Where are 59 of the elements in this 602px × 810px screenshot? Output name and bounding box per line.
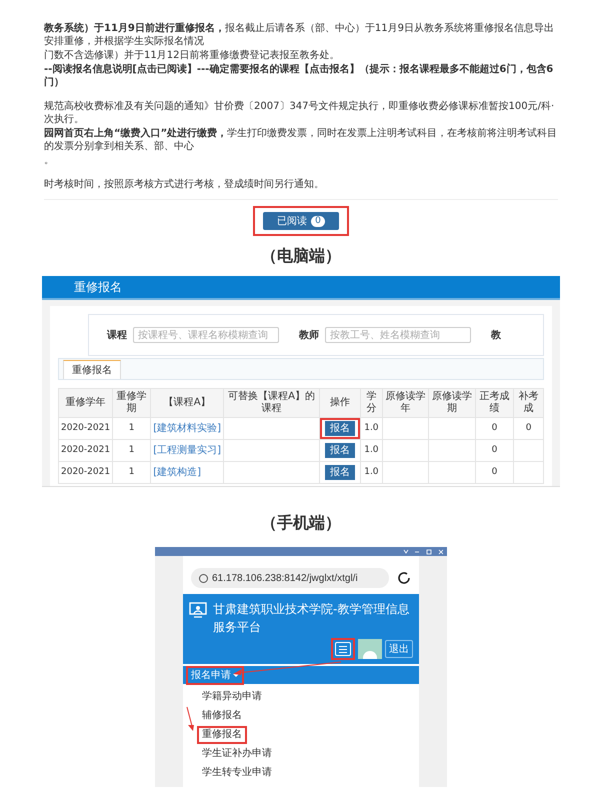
column-header: 【课程A】 [150, 388, 224, 418]
column-header: 正考成绩 [475, 388, 514, 418]
table-cell: 1 [112, 418, 151, 440]
column-header: 原修读学年 [382, 388, 429, 418]
table-cell: 1 [112, 462, 151, 484]
window-controls-icon[interactable] [403, 548, 443, 554]
table-cell: 0 [475, 418, 514, 440]
column-header: 补考成 [514, 388, 544, 418]
page-header: 重修报名 [42, 276, 560, 300]
filter-label: 教 [491, 328, 501, 342]
signup-button[interactable]: 报名 [325, 421, 355, 436]
notice-paragraph: 门数不含选修课）并于11月12日前将重修缴费登记表报至教务处。 [44, 49, 340, 62]
search-field[interactable]: 按课程号、课程名称模糊查询 [133, 327, 279, 343]
logout-button[interactable]: 退出 [385, 640, 413, 658]
notice-paragraph: 园网首页右上角“缴费入口”处进行缴费，学生打印缴费发票，同时在发票上注明考试科目，在考核前将注明考试科目的发票分别拿到相关系、部、中心 [44, 127, 558, 153]
menu-item[interactable]: 重修报名 [200, 728, 244, 742]
filter-label: 教师 [299, 328, 319, 342]
table-cell: 1.0 [360, 462, 382, 484]
column-header: 可替换【课程A】的课程 [224, 388, 320, 418]
app-title: 甘肃建筑职业技术学院-教学管理信息服务平台 [213, 601, 410, 636]
menu-item[interactable]: 学籍异动申请 [200, 690, 264, 704]
column-header: 操作 [320, 388, 360, 418]
menu-item[interactable]: 学生转专业申请 [200, 766, 274, 780]
notice-paragraph: 教务系统）于11月9日前进行重修报名，报名截止后请各系（部、中心）于11月9日从教务系统将重修报名信息导出安排重修，并根据学生实际报名情况 [44, 22, 555, 48]
signup-button[interactable]: 报名 [325, 465, 355, 480]
menu-item[interactable]: 学生证补办申请 [200, 747, 274, 761]
table-cell: 2020-2021 [58, 462, 113, 484]
column-header: 重修学期 [112, 388, 151, 418]
search-field[interactable]: 按教工号、姓名模糊查询 [325, 327, 471, 343]
notice-paragraph: 。 [44, 154, 55, 167]
table-cell: 2020-2021 [58, 418, 113, 440]
table-cell: 1.0 [360, 418, 382, 440]
column-header: 原修读学期 [428, 388, 476, 418]
table-cell: 0 [514, 418, 544, 440]
notice-paragraph: --阅读报名信息说明[点击已阅读】---确定需要报名的课程【点击报名】（提示：报名课程最多不能超过6门，包含6门） [44, 63, 554, 89]
arrow-drawing [185, 706, 195, 732]
section-caption: （电脑端） [260, 245, 342, 267]
notice-paragraph: 规范高校收费标准及有关问题的通知》甘价费〔2007〕347号文件规定执行，即重修收费必修课标准暂按100元/科·次执行。 [44, 100, 556, 126]
section-caption: （手机端） [260, 512, 342, 534]
column-header: 学分 [360, 388, 382, 418]
column-header: 重修学年 [58, 388, 113, 418]
signup-button[interactable]: 报名 [325, 443, 355, 458]
table-cell: 0 [475, 440, 514, 462]
info-icon [199, 574, 208, 582]
read-button[interactable]: 已阅读 0 [263, 212, 339, 230]
avatar-icon [358, 639, 382, 659]
url-field[interactable]: 61.178.106.238:8142/jwglxt/xtgl/i [191, 568, 389, 588]
count-badge: 0 [311, 216, 325, 226]
table-cell: 1.0 [360, 440, 382, 462]
reload-icon[interactable] [397, 571, 411, 585]
menu-item[interactable]: 辅修报名 [200, 709, 244, 723]
table-cell: 0 [475, 462, 514, 484]
tab[interactable]: 重修报名 [63, 360, 121, 379]
notice-paragraph: 时考核时间，按照原考核方式进行考核，登成绩时间另行通知。 [44, 178, 325, 191]
filter-label: 课程 [107, 328, 127, 342]
table-cell: 1 [112, 440, 151, 462]
table-cell: 2020-2021 [58, 440, 113, 462]
menu-button[interactable] [335, 642, 351, 656]
monitor-person-icon [189, 602, 207, 618]
